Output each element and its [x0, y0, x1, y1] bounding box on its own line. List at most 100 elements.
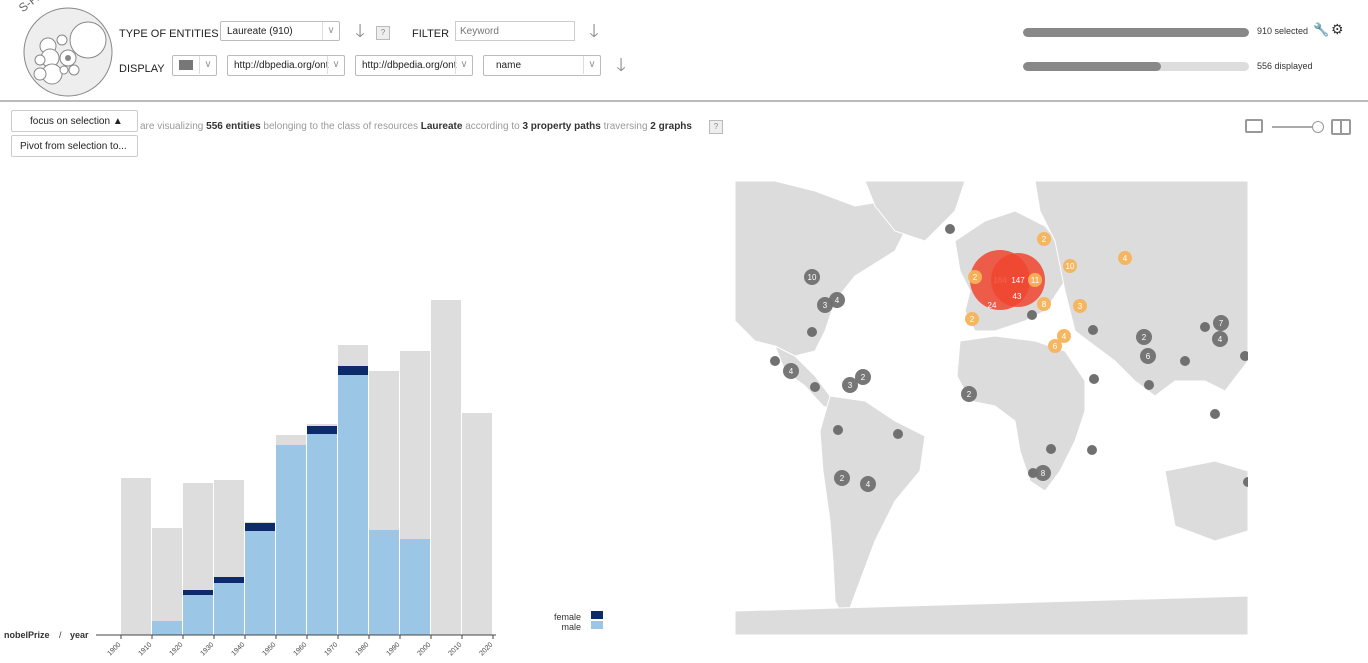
select-3-value: name: [496, 60, 522, 71]
display-apply-icon[interactable]: 🡓: [610, 54, 632, 76]
map-point-marker[interactable]: [1200, 322, 1210, 332]
bar-total-1900[interactable]: [121, 478, 151, 635]
x-tick-label: 1950: [261, 641, 277, 657]
help-icon[interactable]: ?: [376, 26, 390, 40]
wrench-icon[interactable]: 🔧: [1313, 22, 1329, 38]
info-part-4: traversing: [600, 121, 651, 132]
displayed-count: 556 displayed: [1257, 61, 1313, 71]
selected-count: 910 selected: [1257, 26, 1309, 36]
download-icon[interactable]: 🡓: [349, 20, 371, 42]
map-cluster-label: 7: [1219, 319, 1224, 328]
map-point-marker[interactable]: [770, 356, 780, 366]
selected-progress-fill: [1023, 28, 1249, 37]
focus-on-selection-button[interactable]: focus on selection ▲: [11, 110, 138, 132]
map-cluster-label: 10: [808, 273, 817, 282]
info-part-1: are visualizing: [140, 121, 207, 132]
world-map[interactable]: 1641474324112104832642103443222487426: [734, 180, 1253, 636]
select-2-value: http://dbpedia.org/ont: [362, 60, 457, 71]
map-cluster-label: 8: [1042, 300, 1047, 309]
type-of-entities-select[interactable]: Laureate (910) ∨: [220, 21, 340, 41]
bar-female-1970[interactable]: [338, 366, 368, 375]
map-point-marker[interactable]: [1027, 310, 1037, 320]
map-point-marker[interactable]: [807, 327, 817, 337]
bar-male-1910[interactable]: [152, 621, 182, 635]
info-graphs: 2 graphs: [650, 121, 692, 132]
x-tick-label: 1960: [292, 641, 308, 657]
map-point-marker[interactable]: [1089, 374, 1099, 384]
info-sentence: are visualizing 556 entities belonging t…: [140, 121, 692, 132]
map-cluster-label: 2: [1042, 235, 1047, 244]
x-tick-label: 1920: [168, 641, 184, 657]
bar-female-1920[interactable]: [183, 590, 213, 595]
map-cluster-label: 4: [866, 480, 871, 489]
bar-female-1930[interactable]: [214, 577, 244, 583]
display-property-select-1[interactable]: http://dbpedia.org/ont ∨: [227, 55, 345, 76]
legend-swatch-female: [591, 611, 603, 619]
settings-gears-icon[interactable]: ⚙: [1331, 21, 1344, 38]
map-point-marker[interactable]: [1028, 468, 1038, 478]
map-cluster-label: 6: [1053, 342, 1058, 351]
map-cluster-label: 8: [1041, 469, 1046, 478]
map-point-marker[interactable]: [833, 425, 843, 435]
x-tick-label: 2000: [416, 641, 432, 657]
filter-apply-icon[interactable]: 🡓: [583, 20, 605, 42]
bar-total-1910[interactable]: [152, 528, 182, 635]
legend-label-female: female: [554, 612, 581, 622]
map-cluster-label: 4: [835, 296, 840, 305]
x-label-year[interactable]: year: [70, 630, 89, 640]
bar-male-1990[interactable]: [400, 539, 430, 635]
map-cluster-label: 6: [1146, 352, 1151, 361]
bar-total-2000[interactable]: [431, 300, 461, 635]
x-tick-label: 1970: [323, 641, 339, 657]
map-point-marker[interactable]: [810, 382, 820, 392]
map-cluster-label: 2: [970, 315, 975, 324]
display-property-select-3[interactable]: name ∨: [483, 55, 601, 76]
map-point-marker[interactable]: [893, 429, 903, 439]
help-icon[interactable]: ?: [709, 120, 723, 134]
bar-male-1930[interactable]: [214, 583, 244, 635]
bar-female-1940[interactable]: [245, 523, 275, 531]
select-1-value: http://dbpedia.org/ont: [234, 60, 329, 71]
map-point-marker[interactable]: [1210, 409, 1220, 419]
bar-total-2010[interactable]: [462, 413, 492, 635]
focus-label: focus on selection: [30, 116, 111, 127]
map-point-marker[interactable]: [945, 224, 955, 234]
filter-label: FILTER: [412, 28, 450, 40]
map-point-marker[interactable]: [1088, 325, 1098, 335]
chevron-down-icon: ∨: [327, 56, 344, 74]
bar-male-1980[interactable]: [369, 530, 399, 635]
pivot-button[interactable]: Pivot from selection to...: [11, 135, 138, 157]
map-cluster-label: 2: [840, 474, 845, 483]
logo-circles: [23, 7, 113, 97]
map-cluster-label: 2: [973, 273, 978, 282]
display-mode-select[interactable]: ∨: [172, 55, 217, 76]
chevron-down-icon: ∨: [199, 56, 216, 74]
info-part-2: belonging to the class of resources: [260, 121, 421, 132]
map-point-marker[interactable]: [1046, 444, 1056, 454]
view-slider-handle[interactable]: [1312, 121, 1324, 133]
map-svg: 1641474324112104832642103443222487426: [734, 180, 1253, 636]
map-point-marker[interactable]: [1180, 356, 1190, 366]
bar-male-1940[interactable]: [245, 531, 275, 635]
info-entities: 556 entities: [206, 121, 261, 132]
bar-male-1960[interactable]: [307, 434, 337, 635]
split-view-icon[interactable]: [1331, 119, 1351, 135]
x-label-prize[interactable]: nobelPrize: [4, 630, 50, 640]
display-property-select-2[interactable]: http://dbpedia.org/ont ∨: [355, 55, 473, 76]
bar-male-1950[interactable]: [276, 445, 306, 635]
top-bar: S-PATHS TYPE OF ENTITIES Laureate (910) …: [0, 0, 1368, 102]
spaths-logo[interactable]: S-PATHS: [16, 0, 114, 98]
x-tick-label: 2020: [478, 641, 494, 657]
map-point-marker[interactable]: [1087, 445, 1097, 455]
single-view-icon[interactable]: [1245, 119, 1263, 133]
bar-male-1970[interactable]: [338, 375, 368, 635]
map-cluster-label: 4: [1218, 335, 1223, 344]
x-tick-label: 1980: [354, 641, 370, 657]
bar-female-1960[interactable]: [307, 426, 337, 434]
bar-male-1920[interactable]: [183, 595, 213, 635]
chevron-down-icon: ∨: [455, 56, 472, 74]
filter-keyword-input[interactable]: [455, 21, 575, 41]
map-cluster-label: 3: [823, 301, 828, 310]
map-point-marker[interactable]: [1144, 380, 1154, 390]
chevron-down-icon: ∨: [322, 22, 339, 40]
